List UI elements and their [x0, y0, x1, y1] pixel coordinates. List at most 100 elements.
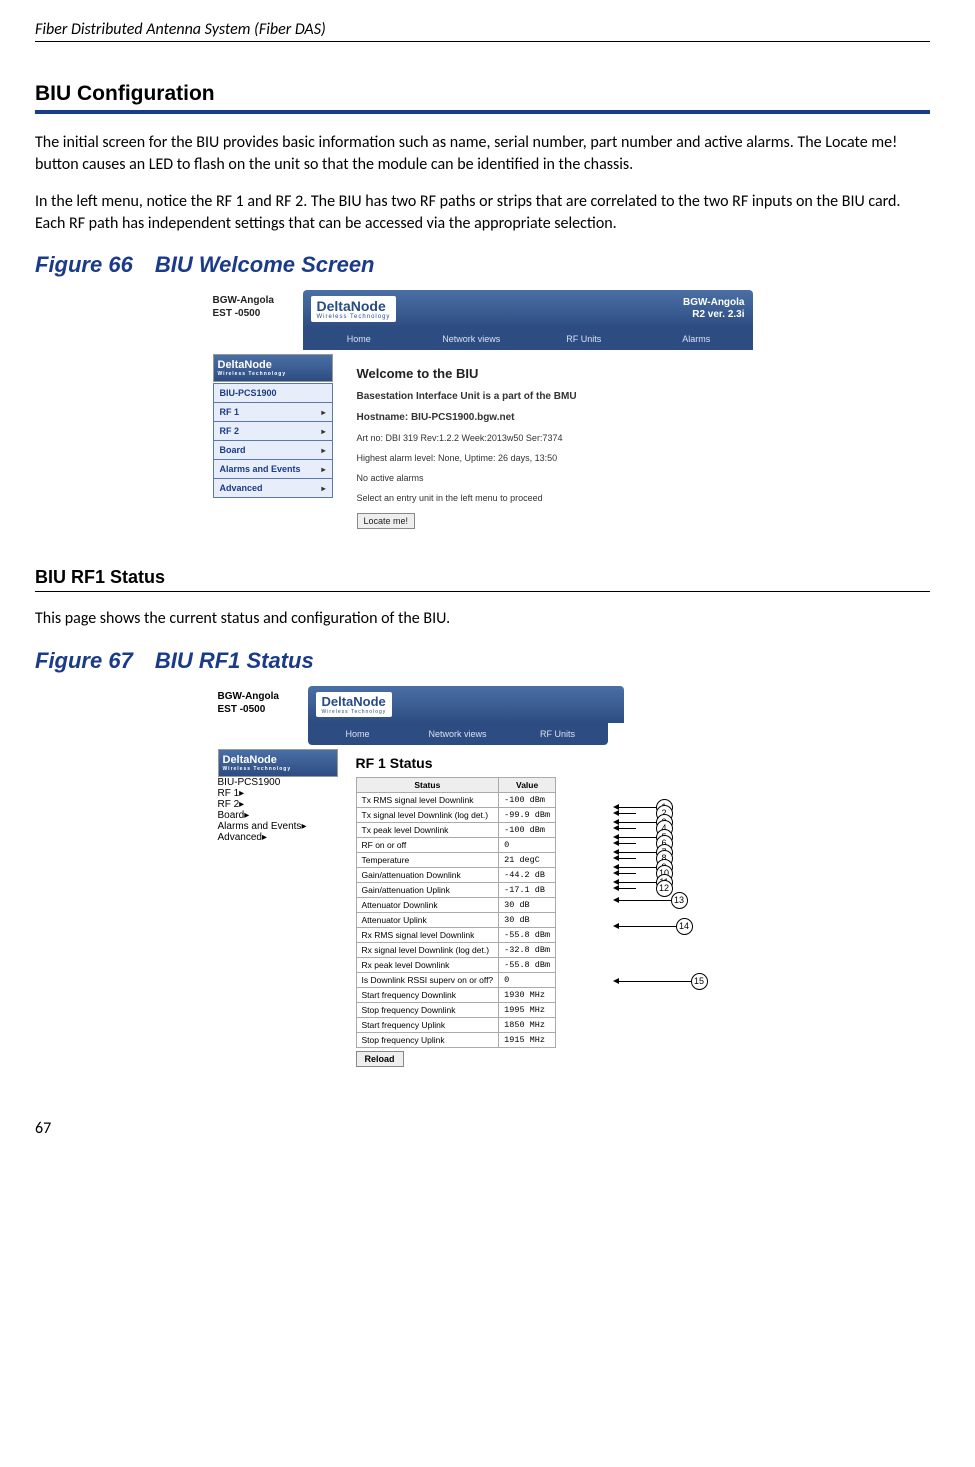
chevron-right-icon: ▸ [321, 465, 325, 474]
table-row: Gain/attenuation Uplink-17.1 dB [356, 882, 556, 897]
table-row: Tx peak level Downlink-100 dBm [356, 822, 556, 837]
table-row: Start frequency Downlink1930 MHz [356, 987, 556, 1002]
status-cell: Temperature [356, 852, 499, 867]
table-row: Tx RMS signal level Downlink-100 dBm [356, 792, 556, 807]
value-cell: -100 dBm [499, 792, 556, 807]
figure-number: Figure 66 [35, 252, 133, 277]
sidebar: DeltaNodeWireless Technology BIU-PCS1900… [213, 354, 333, 533]
table-row: RF on or off0 [356, 837, 556, 852]
top-banner: DeltaNodeWireless Technology [308, 686, 624, 723]
sidebar-item-alarms[interactable]: Alarms and Events▸ [218, 821, 338, 832]
status-cell: Gain/attenuation Downlink [356, 867, 499, 882]
banner-info: BGW-AngolaR2 ver. 2.3i [683, 297, 744, 321]
table-row: Stop frequency Uplink1915 MHz [356, 1032, 556, 1047]
table-row: Rx signal level Downlink (log det.)-32.8… [356, 942, 556, 957]
nav-rf-units[interactable]: RF Units [508, 729, 608, 739]
nav-home[interactable]: Home [303, 334, 416, 344]
value-cell: -32.8 dBm [499, 942, 556, 957]
table-row: Rx peak level Downlink-55.8 dBm [356, 957, 556, 972]
sidebar-item-rf2[interactable]: RF 2▸ [213, 422, 333, 441]
rf1-status-table: StatusValue Tx RMS signal level Downlink… [356, 777, 557, 1048]
nav-network-views[interactable]: Network views [415, 334, 528, 344]
body-paragraph: This page shows the current status and c… [35, 608, 930, 630]
status-cell: Stop frequency Uplink [356, 1032, 499, 1047]
table-row: Start frequency Uplink1850 MHz [356, 1017, 556, 1032]
table-row: Is Downlink RSSI superv on or off?0 [356, 972, 556, 987]
status-cell: Tx signal level Downlink (log det.) [356, 807, 499, 822]
nav-home[interactable]: Home [308, 729, 408, 739]
status-cell: Start frequency Downlink [356, 987, 499, 1002]
sidebar-item-rf2[interactable]: RF 2▸ [218, 799, 338, 810]
table-row: Tx signal level Downlink (log det.)-99.9… [356, 807, 556, 822]
chevron-right-icon: ▸ [321, 446, 325, 455]
chevron-right-icon: ▸ [262, 832, 267, 843]
top-banner: DeltaNodeWireless Technology BGW-AngolaR… [303, 290, 753, 328]
table-row: Attenuator Uplink30 dB [356, 912, 556, 927]
value-cell: -55.8 dBm [499, 927, 556, 942]
status-cell: Start frequency Uplink [356, 1017, 499, 1032]
welcome-content: Welcome to the BIU Basestation Interface… [333, 354, 753, 533]
body-paragraph: In the left menu, notice the RF 1 and RF… [35, 191, 930, 234]
value-cell: -99.9 dBm [499, 807, 556, 822]
nav-bar: Home Network views RF Units [308, 723, 608, 745]
deltanode-logo: DeltaNodeWireless Technology [316, 692, 393, 717]
artno-line: Art no: DBI 319 Rev:1.2.2 Week:2013w50 S… [357, 433, 743, 443]
bgw-label: BGW-AngolaEST -0500 [218, 686, 308, 716]
sidebar-item-rf1[interactable]: RF 1▸ [213, 403, 333, 422]
value-cell: -55.8 dBm [499, 957, 556, 972]
status-cell: Stop frequency Downlink [356, 1002, 499, 1017]
value-cell: 1850 MHz [499, 1017, 556, 1032]
sidebar-item-board[interactable]: Board▸ [218, 810, 338, 821]
sidebar-item-biu[interactable]: BIU-PCS1900 [218, 777, 338, 788]
reload-button[interactable]: Reload [356, 1051, 404, 1067]
chevron-right-icon: ▸ [244, 810, 249, 821]
status-cell: Attenuator Downlink [356, 897, 499, 912]
nav-network-views[interactable]: Network views [408, 729, 508, 739]
sidebar-item-advanced[interactable]: Advanced▸ [218, 832, 338, 843]
chevron-right-icon: ▸ [321, 427, 325, 436]
table-row: Temperature21 degC [356, 852, 556, 867]
sidebar-item-board[interactable]: Board▸ [213, 441, 333, 460]
table-row: Attenuator Downlink30 dB [356, 897, 556, 912]
sidebar-item-rf1[interactable]: RF 1▸ [218, 788, 338, 799]
nav-rf-units[interactable]: RF Units [528, 334, 641, 344]
page-number: 67 [35, 1119, 930, 1138]
value-cell: -17.1 dB [499, 882, 556, 897]
sidebar-item-biu[interactable]: BIU-PCS1900 [213, 383, 333, 403]
status-cell: Rx peak level Downlink [356, 957, 499, 972]
value-cell: 30 dB [499, 897, 556, 912]
chevron-right-icon: ▸ [321, 484, 325, 493]
deltanode-logo: DeltaNodeWireless Technology [311, 296, 397, 322]
value-cell: 1995 MHz [499, 1002, 556, 1017]
status-cell: Gain/attenuation Uplink [356, 882, 499, 897]
running-header: Fiber Distributed Antenna System (Fiber … [35, 20, 930, 42]
chevron-right-icon: ▸ [239, 788, 244, 799]
no-alarms-line: No active alarms [357, 473, 743, 483]
nav-bar: Home Network views RF Units Alarms [303, 328, 753, 350]
chevron-right-icon: ▸ [239, 799, 244, 810]
value-cell: 1930 MHz [499, 987, 556, 1002]
sidebar-item-alarms[interactable]: Alarms and Events▸ [213, 460, 333, 479]
table-row: Stop frequency Downlink1995 MHz [356, 1002, 556, 1017]
body-paragraph: The initial screen for the BIU provides … [35, 132, 930, 175]
locate-me-button[interactable]: Locate me! [357, 513, 416, 529]
value-cell: -44.2 dB [499, 867, 556, 882]
alarm-uptime-line: Highest alarm level: None, Uptime: 26 da… [357, 453, 743, 463]
figure-title: BIU Welcome Screen [155, 252, 375, 277]
status-cell: Attenuator Uplink [356, 912, 499, 927]
figure-number: Figure 67 [35, 648, 133, 673]
section-heading-biu-config: BIU Configuration [35, 82, 930, 114]
status-cell: Rx RMS signal level Downlink [356, 927, 499, 942]
biu-welcome-screenshot: BGW-AngolaEST -0500 DeltaNodeWireless Te… [213, 290, 753, 533]
welcome-title: Welcome to the BIU [357, 366, 743, 381]
status-cell: Rx signal level Downlink (log det.) [356, 942, 499, 957]
th-status: Status [356, 777, 499, 792]
value-cell: -100 dBm [499, 822, 556, 837]
hostname-line: Hostname: BIU-PCS1900.bgw.net [357, 412, 743, 423]
bgw-label: BGW-AngolaEST -0500 [213, 290, 303, 320]
sidebar-item-advanced[interactable]: Advanced▸ [213, 479, 333, 498]
value-cell: 0 [499, 837, 556, 852]
chevron-right-icon: ▸ [321, 408, 325, 417]
nav-alarms[interactable]: Alarms [640, 334, 753, 344]
table-row: Rx RMS signal level Downlink-55.8 dBm [356, 927, 556, 942]
